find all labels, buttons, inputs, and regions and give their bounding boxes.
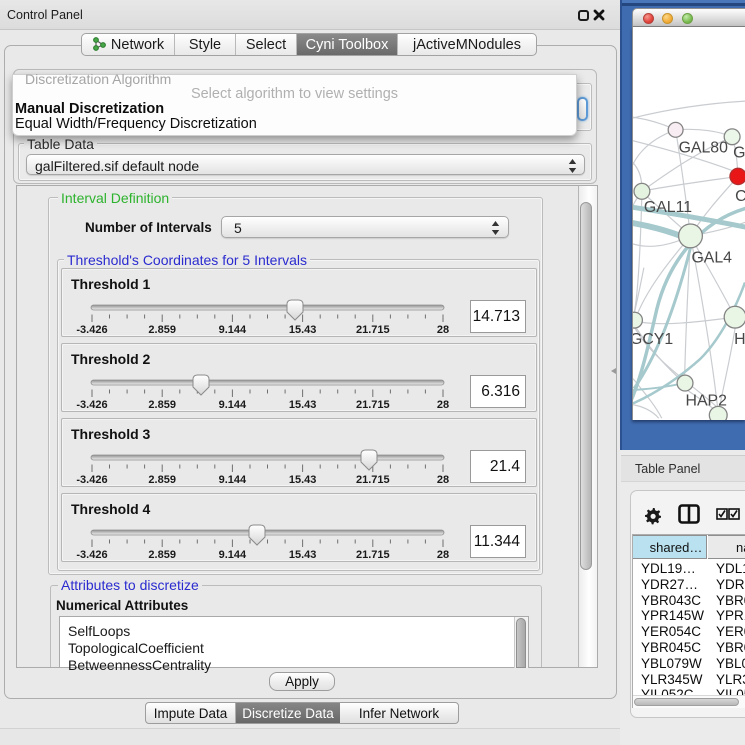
svg-text:GAL4: GAL4 [691,250,732,267]
svg-text:HA: HA [734,331,745,348]
svg-text:GCY1: GCY1 [632,331,673,348]
svg-text:GA: GA [733,145,745,162]
svg-text:GAL11: GAL11 [644,199,692,216]
svg-text:GAL80: GAL80 [679,140,729,157]
svg-text:C: C [735,188,745,205]
svg-text:HAP2: HAP2 [686,392,728,409]
